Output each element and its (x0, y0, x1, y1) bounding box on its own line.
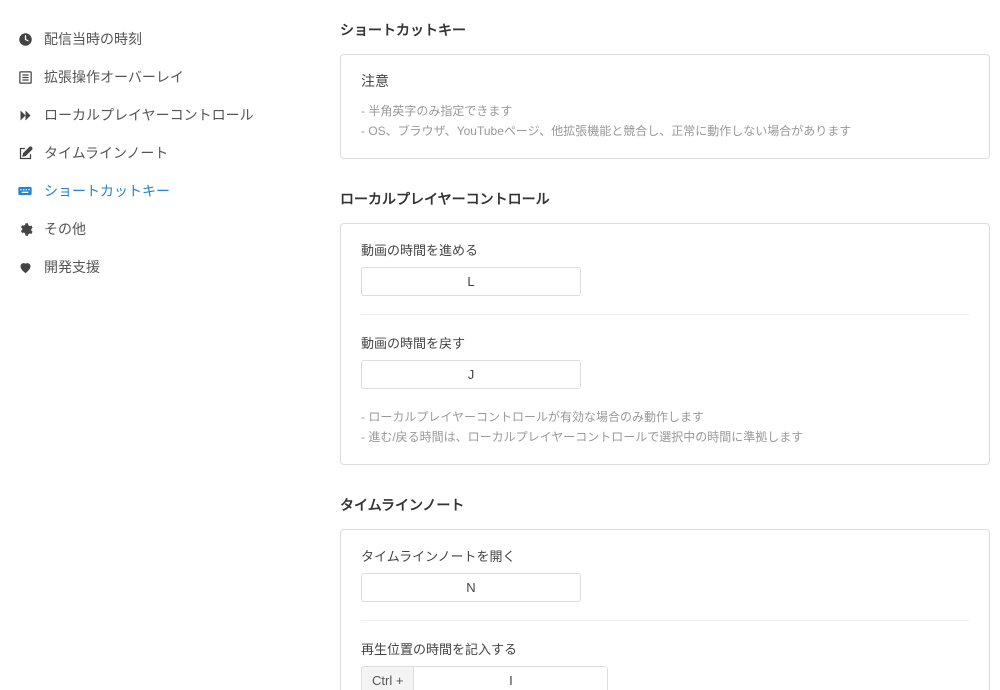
setting-label: タイムラインノートを開く (361, 546, 969, 565)
setting-label: 動画の時間を戻す (361, 333, 969, 352)
sidebar-item-timeline-note[interactable]: タイムラインノート (8, 134, 328, 172)
section-title-player: ローカルプレイヤーコントロール (340, 189, 990, 209)
sidebar-item-label: ショートカットキー (44, 181, 170, 201)
player-control-panel: 動画の時間を進める 動画の時間を戻す - ローカルプレイヤーコントロールが有効な… (340, 223, 990, 465)
list-icon (16, 68, 34, 86)
notice-line: - OS、ブラウザ、YouTubeページ、他拡張機能と競合し、正常に動作しない場… (361, 121, 969, 141)
forward-icon (16, 106, 34, 124)
modifier-label: Ctrl + (361, 666, 413, 690)
sidebar-item-label: 拡張操作オーバーレイ (44, 67, 184, 87)
key-input-advance[interactable] (361, 267, 581, 296)
notice-panel: 注意 - 半角英字のみ指定できます - OS、ブラウザ、YouTubeページ、他… (340, 54, 990, 159)
notice-line: - 半角英字のみ指定できます (361, 101, 969, 121)
sidebar-item-other[interactable]: その他 (8, 210, 328, 248)
setting-open-note: タイムラインノートを開く (361, 546, 969, 602)
setting-rewind: 動画の時間を戻す (361, 333, 969, 389)
sidebar-item-support[interactable]: 開発支援 (8, 248, 328, 286)
key-input-open-note[interactable] (361, 573, 581, 602)
sidebar-item-clock[interactable]: 配信当時の時刻 (8, 20, 328, 58)
setting-write-time: 再生位置の時間を記入する Ctrl + (361, 639, 969, 690)
sidebar-item-label: タイムラインノート (44, 143, 168, 163)
clock-icon (16, 30, 34, 48)
page-title: ショートカットキー (340, 20, 990, 40)
setting-label: 動画の時間を進める (361, 240, 969, 259)
divider (361, 314, 969, 315)
player-footnote: - ローカルプレイヤーコントロールが有効な場合のみ動作します - 進む/戻る時間… (361, 407, 969, 448)
key-input-write-time[interactable] (413, 666, 608, 690)
footnote-line: - 進む/戻る時間は、ローカルプレイヤーコントロールで選択中の時間に準拠します (361, 427, 969, 447)
sidebar-item-label: 配信当時の時刻 (44, 29, 142, 49)
sidebar-item-shortcut-key[interactable]: ショートカットキー (8, 172, 328, 210)
notice-title: 注意 (361, 71, 969, 91)
gear-icon (16, 220, 34, 238)
sidebar-item-label: 開発支援 (44, 257, 100, 277)
setting-advance: 動画の時間を進める (361, 240, 969, 296)
edit-icon (16, 144, 34, 162)
key-input-rewind[interactable] (361, 360, 581, 389)
keyboard-icon (16, 182, 34, 200)
notice-text: - 半角英字のみ指定できます - OS、ブラウザ、YouTubeページ、他拡張機… (361, 101, 969, 142)
timeline-note-panel: タイムラインノートを開く 再生位置の時間を記入する Ctrl + 動画の時間を進… (340, 529, 990, 690)
sidebar-item-label: ローカルプレイヤーコントロール (44, 105, 254, 125)
divider (361, 620, 969, 621)
heart-icon (16, 258, 34, 276)
section-title-timeline: タイムラインノート (340, 495, 990, 515)
footnote-line: - ローカルプレイヤーコントロールが有効な場合のみ動作します (361, 407, 969, 427)
main-content: ショートカットキー 注意 - 半角英字のみ指定できます - OS、ブラウザ、Yo… (340, 0, 1000, 690)
sidebar: 配信当時の時刻 拡張操作オーバーレイ ローカルプレイヤーコントロール タイムライ… (0, 0, 340, 690)
sidebar-item-player-control[interactable]: ローカルプレイヤーコントロール (8, 96, 328, 134)
sidebar-item-overlay[interactable]: 拡張操作オーバーレイ (8, 58, 328, 96)
sidebar-item-label: その他 (44, 219, 86, 239)
setting-label: 再生位置の時間を記入する (361, 639, 969, 658)
